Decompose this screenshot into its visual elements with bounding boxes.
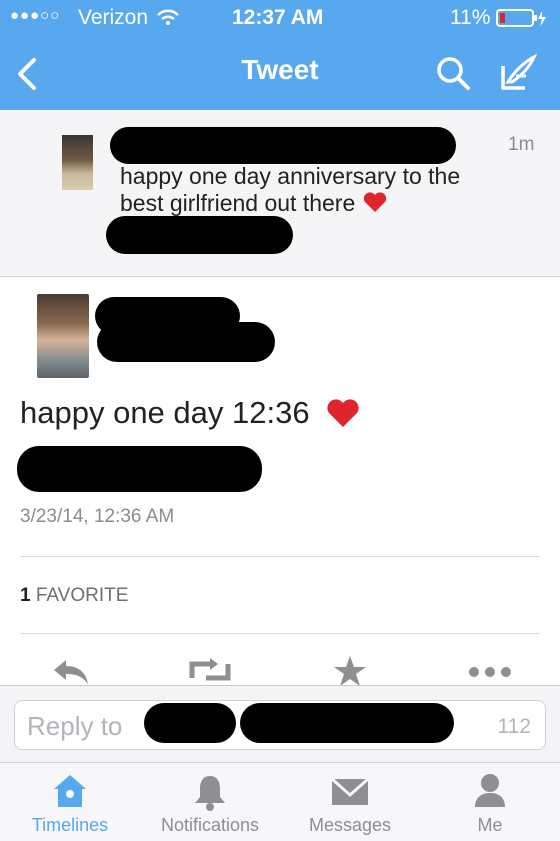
wifi-icon <box>157 9 179 25</box>
reply-bar: Reply to 112 <box>0 685 560 762</box>
page-title: Tweet <box>241 54 319 85</box>
in-reply-to-tweet[interactable]: 1m happy one day anniversary to the best… <box>0 110 560 277</box>
favorites-summary[interactable]: 1 FAVORITE <box>20 585 128 607</box>
tweet-text: happy one day anniversary to the best gi… <box>120 163 505 217</box>
reply-icon[interactable] <box>50 656 94 686</box>
tab-label: Timelines <box>31 815 109 835</box>
main-tweet-text: happy one day 12:36 <box>20 395 360 431</box>
bell-icon <box>195 776 225 811</box>
redaction-mark <box>106 216 293 254</box>
battery-icon <box>496 9 546 27</box>
tab-bar: Timelines Notifications Messages Me <box>0 762 560 841</box>
tweet-timestamp: 3/23/14, 12:36 AM <box>20 506 175 527</box>
tab-messages[interactable]: Messages <box>280 763 420 841</box>
retweet-icon[interactable] <box>186 656 234 686</box>
favorite-icon[interactable] <box>332 654 368 688</box>
more-icon[interactable] <box>466 662 514 682</box>
redaction-mark <box>17 446 262 492</box>
favorites-count: 1 <box>20 585 31 606</box>
favorites-label: FAVORITE <box>35 585 129 606</box>
home-icon <box>54 775 86 807</box>
tweet-text-content: happy one day anniversary to the best gi… <box>120 163 461 216</box>
person-icon <box>475 774 505 807</box>
tab-notifications[interactable]: Notifications <box>140 763 280 841</box>
reply-placeholder: Reply to <box>27 711 123 741</box>
avatar[interactable] <box>62 135 93 190</box>
heart-icon <box>327 399 359 427</box>
search-icon[interactable] <box>434 54 474 94</box>
tab-label: Messages <box>308 815 392 835</box>
divider <box>20 556 540 557</box>
battery-percent: 11% <box>450 6 491 29</box>
compose-icon[interactable] <box>498 54 540 94</box>
main-tweet-text-content: happy one day 12:36 <box>20 395 310 430</box>
tab-label: Me <box>477 815 503 835</box>
tweet-age: 1m <box>508 134 535 155</box>
char-count: 112 <box>497 715 531 738</box>
tab-timelines[interactable]: Timelines <box>0 763 140 841</box>
redaction-mark <box>110 127 456 164</box>
envelope-icon <box>331 777 369 805</box>
top-bar: ●●●○○ Verizon 12:37 AM 11% Tweet <box>0 0 560 110</box>
redaction-mark <box>144 703 236 743</box>
redaction-mark <box>240 703 454 743</box>
reply-input[interactable]: Reply to 112 <box>14 700 546 750</box>
heart-icon <box>363 192 386 212</box>
redaction-mark <box>97 322 275 362</box>
tab-me[interactable]: Me <box>420 763 560 841</box>
divider <box>20 633 540 634</box>
tab-label: Notifications <box>160 815 260 835</box>
carrier-label: Verizon <box>78 6 149 29</box>
status-bar: ●●●○○ Verizon 12:37 AM 11% <box>0 0 560 36</box>
avatar[interactable] <box>37 294 89 378</box>
clock: 12:37 AM <box>232 6 324 29</box>
signal-icon: ●●●○○ <box>10 7 61 24</box>
